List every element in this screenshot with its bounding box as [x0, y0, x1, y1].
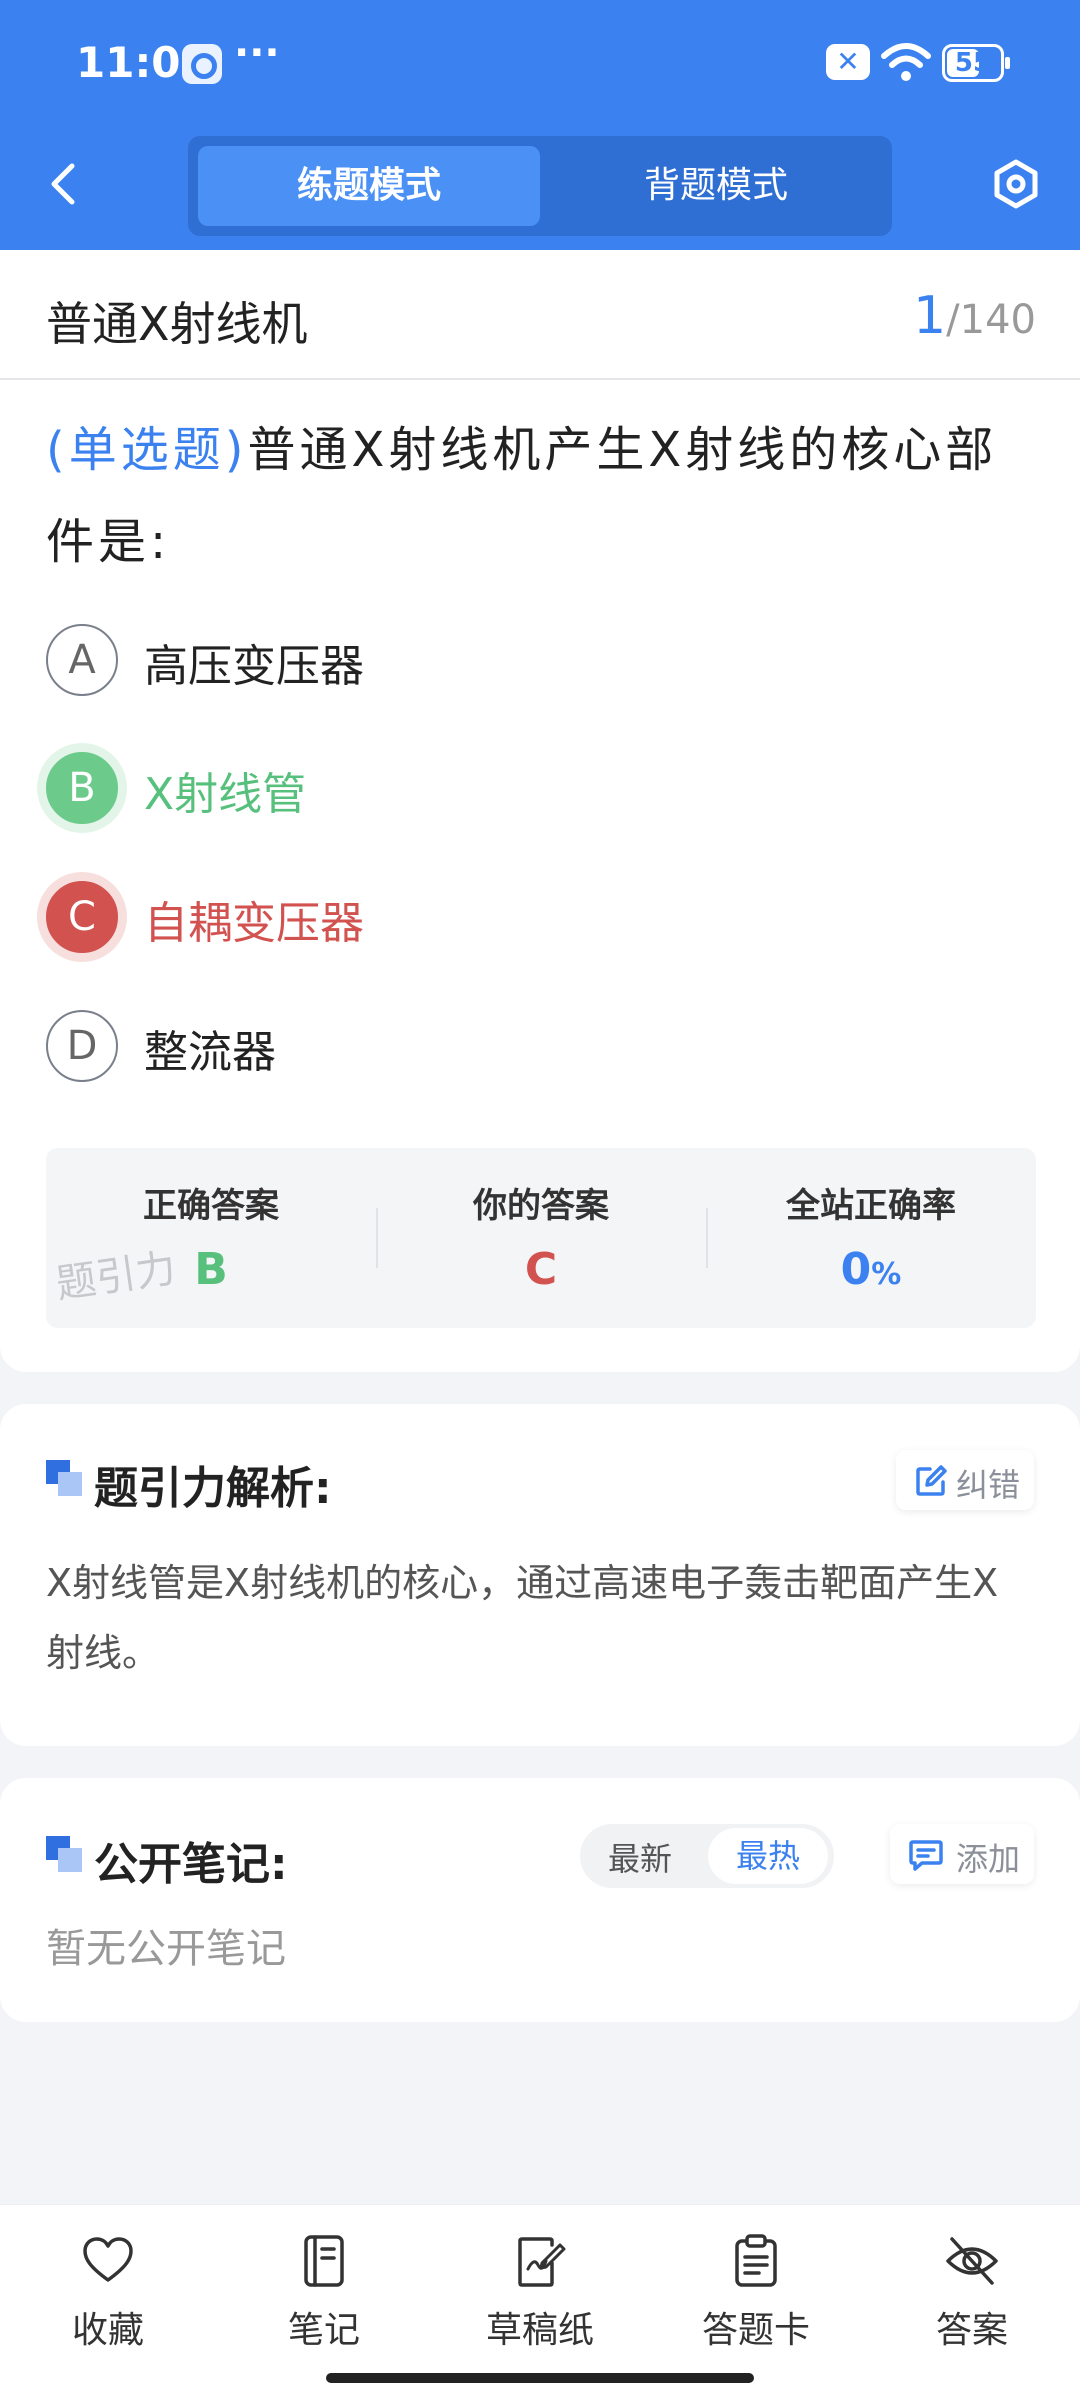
empty-notes-text: 暂无公开笔记 [46, 1926, 286, 1972]
tab-label: 草稿纸 [485, 2310, 594, 2351]
tab-answer-sheet[interactable]: 答题卡 [648, 2229, 864, 2369]
edit-icon [916, 1465, 947, 1496]
answer-summary: 正确答案 B 你的答案 C 全站正确率 0% 题引力 [46, 1148, 1036, 1328]
home-indicator[interactable] [326, 2373, 754, 2383]
option-letter: C [46, 881, 118, 953]
your-answer-value: C [524, 1244, 558, 1295]
sort-newest[interactable]: 最新 [608, 1834, 672, 1880]
your-answer-col: 你的答案 C [376, 1148, 706, 1328]
add-note-button[interactable]: 添加 [890, 1824, 1034, 1884]
bottom-toolbar: 收藏 笔记 草稿纸 答题卡 答案 [0, 2204, 1080, 2400]
section-icon [46, 1460, 82, 1496]
tab-memorize-mode[interactable]: 背题模式 [550, 146, 882, 226]
tab-answer[interactable]: 答案 [864, 2229, 1080, 2369]
analysis-title: 题引力解析: [94, 1463, 332, 1514]
current-question-number: 1 [913, 286, 947, 346]
total-questions: /140 [946, 297, 1036, 343]
question-text: (单选题)普通X射线机产生X射线的核心部件是: [46, 404, 1036, 588]
section-icon [46, 1836, 82, 1872]
tab-favorite[interactable]: 收藏 [0, 2229, 216, 2369]
no-sim-icon: ✕ [826, 44, 870, 80]
question-title-row: 普通X射线机 1/140 [0, 250, 1080, 380]
chapter-title: 普通X射线机 [46, 297, 308, 351]
analysis-card: 题引力解析: 纠错 X射线管是X射线机的核心，通过高速电子轰击靶面产生X射线。 [0, 1404, 1080, 1746]
comment-icon [909, 1840, 943, 1871]
option-text: 自耦变压器 [144, 898, 364, 949]
settings-icon[interactable] [990, 158, 1042, 210]
tab-label: 收藏 [71, 2310, 144, 2351]
question-type-tag: (单选题) [46, 422, 248, 478]
more-notifications-icon: ··· [234, 30, 280, 76]
answer-sheet-icon [735, 2234, 777, 2287]
correct-answer-label: 正确答案 [143, 1186, 279, 1226]
wifi-icon [881, 43, 931, 81]
report-error-button[interactable]: 纠错 [896, 1450, 1034, 1510]
tab-practice-mode[interactable]: 练题模式 [198, 146, 540, 226]
public-notes-card: 公开笔记: 最新 最热 添加 暂无公开笔记 [0, 1778, 1080, 2022]
app-notification-icon [182, 44, 222, 84]
notes-sort-toggle: 最新 最热 [580, 1824, 834, 1888]
option-letter: A [46, 624, 118, 696]
option-text: X射线管 [144, 769, 307, 820]
option-text: 整流器 [144, 1027, 276, 1078]
heart-icon [83, 2237, 133, 2282]
analysis-text: X射线管是X射线机的核心，通过高速电子轰击靶面产生X射线。 [46, 1561, 999, 1675]
battery-level: 55 [954, 48, 992, 78]
add-note-label: 添加 [956, 1840, 1021, 1878]
option-letter: D [46, 1010, 118, 1082]
tab-draft-paper[interactable]: 草稿纸 [432, 2229, 648, 2369]
draft-paper-icon [518, 2237, 566, 2287]
eye-off-icon [946, 2237, 998, 2285]
question-counter[interactable]: 1/140 [913, 286, 1036, 346]
app-header: 11:01 ··· ✕ 55 练题模式 背题模式 [0, 0, 1080, 250]
report-error-label: 纠错 [956, 1466, 1021, 1504]
mode-switch: 练题模式 背题模式 [188, 136, 892, 236]
tab-notes[interactable]: 笔记 [216, 2229, 432, 2369]
notes-title: 公开笔记: [94, 1839, 288, 1890]
notebook-icon [304, 2235, 344, 2287]
tab-label: 答题卡 [701, 2310, 810, 2351]
tab-label: 答案 [935, 2310, 1008, 2351]
site-accuracy-label: 全站正确率 [786, 1186, 956, 1226]
back-arrow-icon[interactable] [40, 152, 88, 216]
site-accuracy-col: 全站正确率 0% [706, 1148, 1036, 1328]
status-bar: 11:01 ··· ✕ 55 [0, 0, 1080, 128]
option-text: 高压变压器 [144, 641, 364, 692]
question-card: 普通X射线机 1/140 (单选题)普通X射线机产生X射线的核心部件是: A 高… [0, 250, 1080, 1372]
battery-icon: 55 [942, 44, 1010, 82]
site-accuracy-value: 0% [840, 1244, 902, 1295]
your-answer-label: 你的答案 [473, 1186, 609, 1226]
tab-label: 笔记 [287, 2310, 360, 2351]
option-letter: B [46, 752, 118, 824]
sort-hottest[interactable]: 最热 [708, 1828, 828, 1884]
